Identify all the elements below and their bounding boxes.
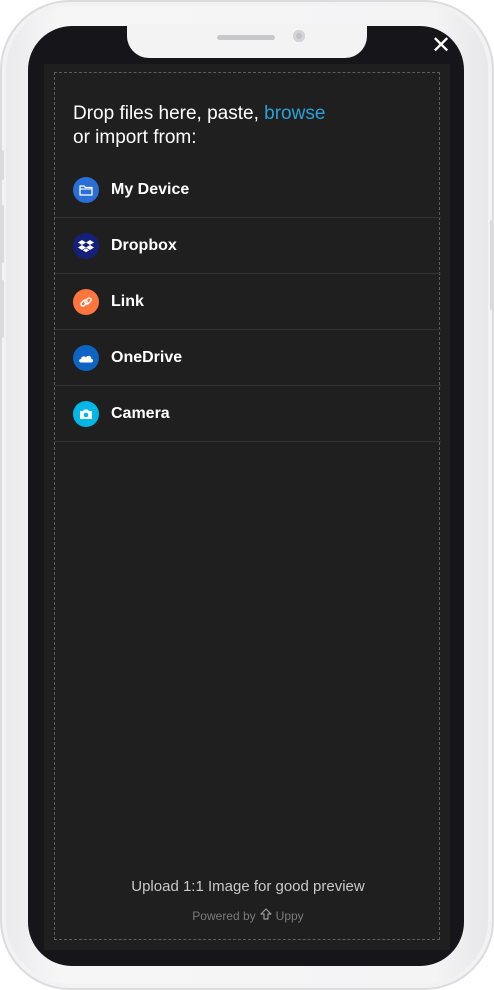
close-icon: ✕ <box>430 31 452 59</box>
import-from-text: or import from: <box>73 127 197 148</box>
phone-notch <box>127 24 367 58</box>
powered-by[interactable]: Powered by Uppy <box>55 908 441 923</box>
import-source-list: My Device Dropbox Link OneDrive Camera <box>55 162 441 442</box>
upload-note: Upload 1:1 Image for good preview <box>131 878 365 895</box>
link-icon <box>73 288 99 315</box>
source-label: OneDrive <box>111 348 183 366</box>
source-label: My Device <box>111 180 190 198</box>
phone-side-button <box>0 205 4 263</box>
close-button[interactable]: ✕ <box>427 31 455 59</box>
front-camera <box>293 30 305 42</box>
drop-zone[interactable]: Drop files here, paste, browse or import… <box>54 72 441 940</box>
uppy-brand: Uppy <box>275 908 304 923</box>
onedrive-icon <box>73 344 99 371</box>
source-my-device[interactable]: My Device <box>55 162 441 218</box>
source-label: Camera <box>111 404 170 422</box>
source-camera[interactable]: Camera <box>55 386 441 442</box>
source-label: Link <box>111 292 144 310</box>
dropbox-icon <box>73 232 99 259</box>
drop-instructions: Drop files here, paste, browse or import… <box>73 102 423 150</box>
source-label: Dropbox <box>111 236 177 254</box>
uppy-logo-icon <box>260 908 272 923</box>
source-dropbox[interactable]: Dropbox <box>55 218 441 274</box>
browse-link[interactable]: browse <box>264 103 325 124</box>
app-stage: ✕ Drop files here, paste, browse or impo… <box>0 0 494 990</box>
source-onedrive[interactable]: OneDrive <box>55 330 441 386</box>
powered-by-text: Powered by <box>192 908 256 923</box>
folder-icon <box>73 176 99 203</box>
phone-side-button <box>0 150 4 180</box>
upload-dashboard: Drop files here, paste, browse or import… <box>44 64 450 950</box>
camera-icon <box>73 400 99 427</box>
speaker-grille <box>217 35 275 40</box>
source-link[interactable]: Link <box>55 274 441 330</box>
drop-instructions-text: Drop files here, paste, <box>73 103 265 124</box>
phone-side-button <box>0 280 4 338</box>
phone-side-button <box>490 220 494 310</box>
